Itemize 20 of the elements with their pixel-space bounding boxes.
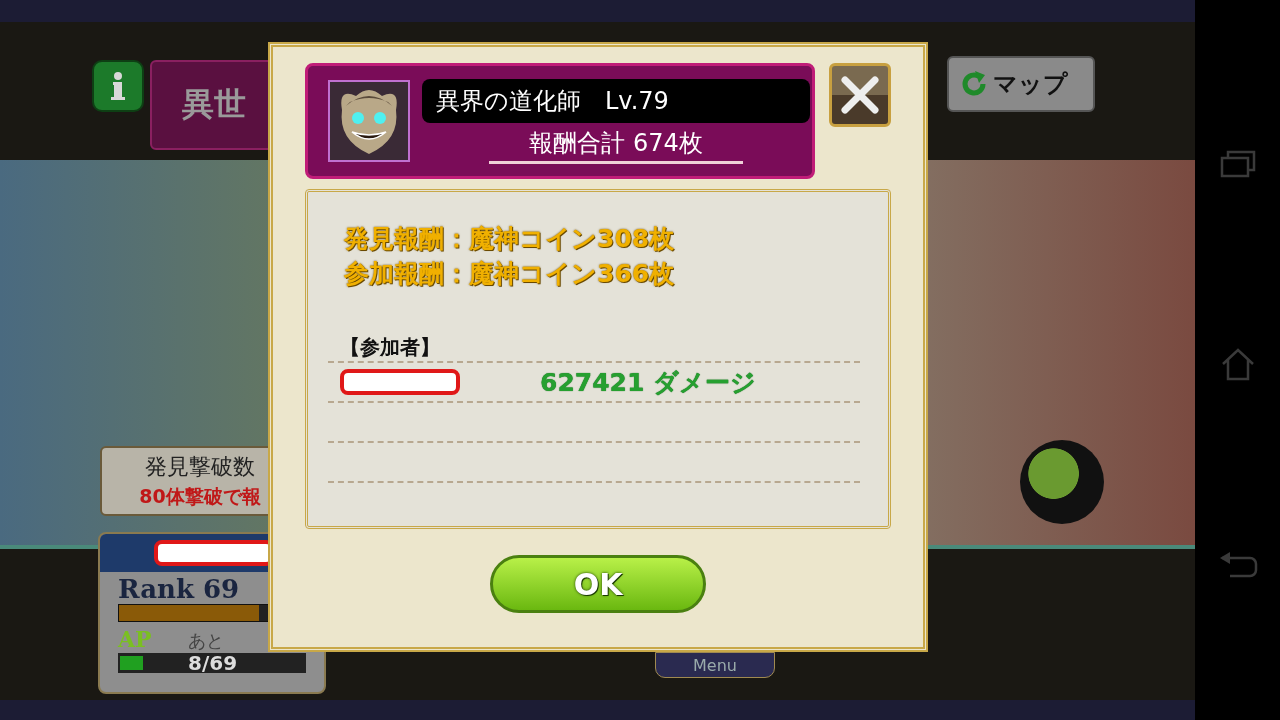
info-button[interactable] (92, 60, 144, 112)
reward-line: 参加報酬：魔神コイン366枚 (344, 258, 676, 290)
ap-value: 8/69 (188, 651, 238, 675)
damage-value: 627421 ダメージ (540, 366, 757, 399)
rank-label: Rank 69 (118, 574, 241, 604)
info-icon (110, 71, 126, 101)
event-panel-note: 80体撃破で報 (139, 484, 261, 509)
ap-label: AP (118, 626, 152, 652)
map-button[interactable]: マップ (947, 56, 1095, 112)
close-button[interactable] (828, 63, 891, 127)
menu-button[interactable]: Menu (655, 652, 775, 678)
ap-note: あと (187, 629, 224, 653)
close-icon (839, 75, 880, 115)
reward-line: 発見報酬：魔神コイン308枚 (344, 223, 676, 255)
event-panel-title: 発見撃破数 (145, 453, 255, 481)
recent-apps-icon[interactable] (1219, 150, 1256, 178)
reward-total: 報酬合計 674枚 (489, 126, 743, 164)
event-title: 異世 (182, 84, 246, 125)
boss-name: 異界の道化師 Lv.79 (422, 78, 810, 123)
participants-heading: 【参加者】 (339, 334, 441, 361)
